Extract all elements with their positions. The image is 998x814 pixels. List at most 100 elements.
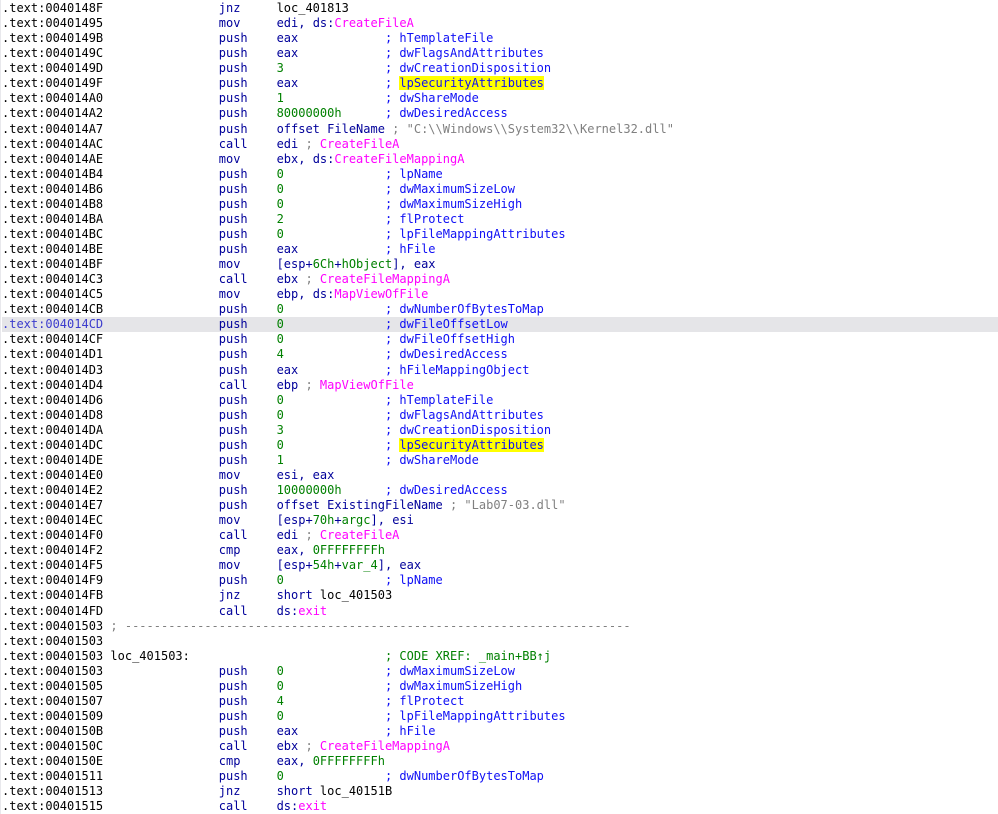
asm-line[interactable]: .text:004014D1 push 4 ; dwDesiredAccess — [2, 347, 998, 362]
api-name-token[interactable]: CreateFileA — [334, 16, 413, 30]
asm-line[interactable]: .text:004014FD call ds:exit — [2, 604, 998, 619]
asm-token: short — [276, 588, 320, 603]
asm-token: eax — [276, 31, 299, 46]
asm-line[interactable]: .text:004014BF mov [esp+6Ch+hObject], ea… — [2, 257, 998, 272]
api-name-token[interactable]: MapViewOfFile — [334, 287, 428, 301]
asm-line[interactable]: .text:004014DA push 3 ; dwCreationDispos… — [2, 423, 998, 438]
asm-token: lpSecurityAttributes — [399, 437, 544, 452]
asm-line[interactable]: .text:004014E2 push 10000000h ; dwDesire… — [2, 483, 998, 498]
asm-address: .text:0040149B — [2, 31, 104, 46]
asm-address: .text:00401503 — [2, 648, 104, 663]
asm-line[interactable]: .text:004014B8 push 0 ; dwMaximumSizeHig… — [2, 197, 998, 212]
api-name-token[interactable]: CreateFileMappingA — [334, 152, 464, 166]
asm-line[interactable]: .text:00401509 push 0 ; lpFileMappingAtt… — [2, 709, 998, 724]
asm-token: ds: — [312, 16, 335, 31]
asm-line[interactable]: .text:004014CF push 0 ; dwFileOffsetHigh — [2, 332, 998, 347]
asm-line[interactable]: .text:004014A2 push 80000000h ; dwDesire… — [2, 106, 998, 121]
asm-line[interactable]: .text:004014D3 push eax ; hFileMappingOb… — [2, 363, 998, 378]
asm-line[interactable]: .text:004014F9 push 0 ; lpName — [2, 573, 998, 588]
asm-line[interactable]: .text:004014C3 call ebx ; CreateFileMapp… — [2, 272, 998, 287]
asm-line[interactable]: .text:00401503 ; -----------------------… — [2, 619, 998, 634]
asm-token: ; lpFileMappingAttributes — [384, 708, 566, 723]
location-token[interactable]: loc_401813 — [277, 1, 349, 15]
asm-address: .text:00401505 — [2, 678, 104, 693]
asm-token: ; dwDesiredAccess — [384, 347, 508, 362]
asm-line[interactable]: .text:0040148F jnz loc_401813 — [2, 1, 998, 16]
asm-line[interactable]: .text:004014EC mov [esp+70h+argc], esi — [2, 513, 998, 528]
asm-line[interactable]: .text:0040149D push 3 ; dwCreationDispos… — [2, 61, 998, 76]
asm-token: call — [218, 603, 248, 618]
asm-line[interactable]: .text:004014B4 push 0 ; lpName — [2, 167, 998, 182]
location-token[interactable]: loc_401503: — [110, 649, 189, 663]
asm-line[interactable]: .text:004014F0 call edi ; CreateFileA — [2, 528, 998, 543]
asm-line[interactable]: .text:004014AC call edi ; CreateFileA — [2, 137, 998, 152]
api-name-token[interactable]: CreateFileA — [320, 137, 399, 151]
asm-line[interactable]: .text:004014A0 push 1 ; dwShareMode — [2, 91, 998, 106]
asm-line[interactable]: .text:00401513 jnz short loc_40151B — [2, 784, 998, 799]
asm-line[interactable]: .text:00401515 call ds:exit — [2, 799, 998, 814]
asm-line[interactable]: .text:004014D4 call ebp ; MapViewOfFile — [2, 378, 998, 393]
asm-line[interactable]: .text:00401505 push 0 ; dwMaximumSizeHig… — [2, 679, 998, 694]
asm-line[interactable]: .text:00401503 — [2, 634, 998, 649]
asm-token: lpSecurityAttributes — [399, 76, 544, 91]
asm-line[interactable]: .text:004014DE push 1 ; dwShareMode — [2, 453, 998, 468]
asm-line[interactable]: .text:00401503 loc_401503: ; CODE XREF: … — [2, 649, 998, 664]
asm-line-selected[interactable]: .text:004014CD push 0 ; dwFileOffsetLow — [2, 317, 998, 333]
asm-line[interactable]: .text:004014F2 cmp eax, 0FFFFFFFFh — [2, 543, 998, 558]
api-name-token[interactable]: CreateFileMappingA — [320, 739, 450, 753]
asm-line[interactable]: .text:004014C5 mov ebp, ds:MapViewOfFile — [2, 287, 998, 302]
asm-token: eax — [276, 242, 299, 256]
api-name-token[interactable]: exit — [298, 604, 327, 618]
asm-token: 0 — [276, 678, 284, 693]
api-name-token[interactable]: MapViewOfFile — [320, 378, 414, 392]
asm-line[interactable]: .text:004014D6 push 0 ; hTemplateFile — [2, 393, 998, 408]
asm-line[interactable]: .text:004014DC push 0 ; lpSecurityAttrib… — [2, 437, 998, 453]
asm-line[interactable]: .text:004014BA push 2 ; flProtect — [2, 212, 998, 227]
asm-line[interactable]: .text:004014BC push 0 ; lpFileMappingAtt… — [2, 227, 998, 242]
asm-line[interactable]: .text:004014B6 push 0 ; dwMaximumSizeLow — [2, 182, 998, 197]
asm-line[interactable]: .text:00401507 push 4 ; flProtect — [2, 694, 998, 709]
api-name-token[interactable]: CreateFileMappingA — [320, 272, 450, 286]
asm-line[interactable]: .text:0040149B push eax ; hTemplateFile — [2, 31, 998, 46]
asm-line[interactable]: .text:004014E0 mov esi, eax — [2, 468, 998, 483]
asm-line[interactable]: .text:004014A7 push offset FileName ; "C… — [2, 122, 998, 137]
asm-token: ; dwFileOffsetHigh — [384, 332, 515, 347]
asm-token: ; flProtect — [384, 211, 465, 226]
asm-line[interactable]: .text:004014AE mov ebx, ds:CreateFileMap… — [2, 152, 998, 167]
asm-line[interactable]: .text:0040149F push eax ; lpSecurityAttr… — [2, 76, 998, 91]
location-token[interactable]: loc_401503 — [320, 588, 392, 602]
asm-line[interactable]: .text:00401511 push 0 ; dwNumberOfBytesT… — [2, 769, 998, 784]
asm-line[interactable]: .text:0040149C push eax ; dwFlagsAndAttr… — [2, 46, 998, 61]
disassembly-listing[interactable]: .text:0040148F jnz loc_401813 .text:00401… — [0, 0, 998, 814]
asm-address: .text:004014BE — [2, 242, 104, 256]
asm-token: 0 — [276, 437, 284, 452]
asm-line[interactable]: .text:00401495 mov edi, ds:CreateFileA — [2, 16, 998, 31]
asm-line[interactable]: .text:0040150C call ebx ; CreateFileMapp… — [2, 739, 998, 754]
asm-line[interactable]: .text:004014CB push 0 ; dwNumberOfBytesT… — [2, 302, 998, 317]
asm-line[interactable]: .text:0040150B push eax ; hFile — [2, 724, 998, 739]
asm-line[interactable]: .text:004014E7 push offset ExistingFileN… — [2, 498, 998, 513]
asm-line[interactable]: .text:00401503 push 0 ; dwMaximumSizeLow — [2, 664, 998, 679]
asm-token: ; dwDesiredAccess — [384, 106, 508, 121]
asm-address: .text:00401509 — [2, 708, 104, 723]
asm-line[interactable]: .text:004014F5 mov [esp+54h+var_4], eax — [2, 558, 998, 573]
api-name-token[interactable]: exit — [298, 799, 327, 813]
api-name-token[interactable]: CreateFileA — [320, 528, 399, 542]
asm-line[interactable]: .text:004014BE push eax ; hFile — [2, 242, 998, 257]
asm-token: 0 — [276, 769, 284, 784]
location-token[interactable]: loc_40151B — [320, 784, 392, 798]
asm-line[interactable]: .text:004014D8 push 0 ; dwFlagsAndAttrib… — [2, 408, 998, 423]
asm-line[interactable]: .text:004014FB jnz short loc_401503 — [2, 588, 998, 603]
asm-line[interactable]: .text:0040150E cmp eax, 0FFFFFFFFh — [2, 754, 998, 769]
